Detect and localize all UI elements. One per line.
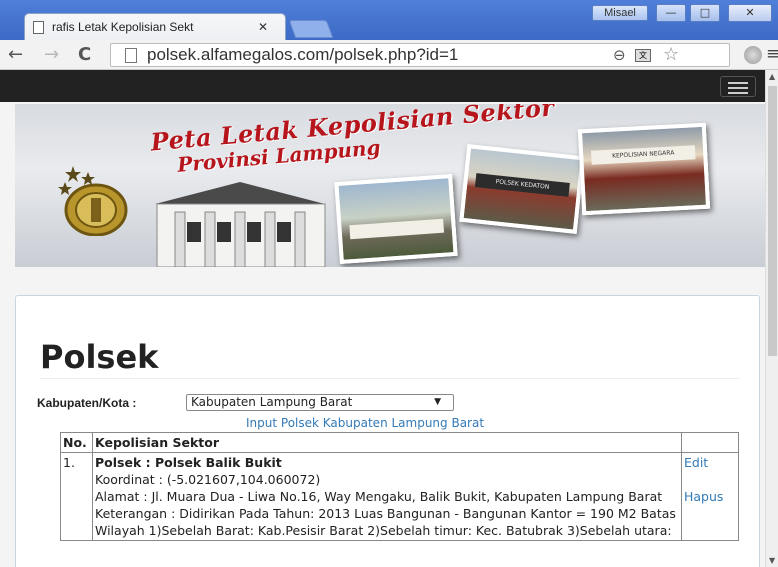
polsek-koordinat: Koordinat : (-5.021607,104.060072) [95, 472, 321, 487]
browser-tab[interactable]: rafis Letak Kepolisian Sekt ✕ [24, 13, 286, 40]
polsek-keterangan: Keterangan : Didirikan Pada Tahun: 2013 … [95, 506, 676, 538]
kabupaten-label: Kabupaten/Kota : [37, 396, 137, 410]
table-header-row: No. Kepolisian Sektor [60, 432, 739, 453]
page-title: Polsek [40, 338, 159, 376]
translate-icon[interactable]: 文 [635, 49, 651, 62]
address-bar[interactable]: polsek.alfamegalos.com/polsek.php?id=1 ⊖… [110, 43, 730, 67]
zoom-icon[interactable]: ⊖ [613, 46, 626, 64]
column-header-actions [681, 432, 739, 453]
new-tab-button[interactable] [288, 20, 334, 38]
site-navbar [0, 70, 765, 102]
user-profile-button[interactable]: Misael [592, 5, 648, 21]
extension-icon[interactable] [744, 46, 762, 64]
photo-sign-text: POLSEK KEDATON [474, 173, 570, 197]
bookmark-star-icon[interactable]: ☆ [663, 44, 679, 65]
scroll-up-arrow-icon[interactable]: ▲ [769, 72, 775, 81]
tab-close-icon[interactable]: ✕ [258, 20, 268, 34]
police-building-image [155, 182, 326, 267]
column-header-no: No. [60, 432, 93, 453]
browser-menu-icon[interactable]: ≡ [766, 44, 778, 64]
polsek-name: Polsek : Polsek Balik Bukit [95, 455, 282, 470]
url-text[interactable]: polsek.alfamegalos.com/polsek.php?id=1 [147, 45, 458, 65]
kabupaten-select-value: Kabupaten Lampung Barat [191, 395, 353, 409]
column-header-sektor: Kepolisian Sektor [92, 432, 682, 453]
table-row: 1. Polsek : Polsek Balik Bukit Koordinat… [60, 452, 739, 541]
minimize-button[interactable]: — [656, 4, 686, 22]
forward-arrow-icon[interactable]: → [44, 45, 59, 65]
police-emblem-icon [58, 166, 128, 236]
page-scrollbar[interactable]: ▲ ▼ [765, 70, 778, 567]
kabupaten-select[interactable]: Kabupaten Lampung Barat ▼ [186, 394, 454, 411]
page-viewport: Peta Letak Kepolisian Sektor Provinsi La… [0, 70, 765, 567]
divider [40, 378, 740, 379]
reload-icon[interactable]: C [78, 45, 91, 65]
tab-title: rafis Letak Kepolisian Sekt [52, 20, 194, 34]
row-number: 1. [60, 452, 93, 541]
page-icon [125, 48, 137, 63]
back-arrow-icon[interactable]: ← [8, 45, 23, 65]
polsek-details: Polsek : Polsek Balik Bukit Koordinat : … [92, 452, 682, 541]
scrollbar-thumb[interactable] [768, 86, 777, 356]
content-panel: Polsek Kabupaten/Kota : Kabupaten Lampun… [15, 295, 760, 567]
browser-toolbar: ← → C polsek.alfamegalos.com/polsek.php?… [0, 40, 778, 70]
browser-titlebar: rafis Letak Kepolisian Sekt ✕ Misael — □… [0, 0, 778, 40]
document-icon [33, 20, 44, 34]
banner-photo: POLSEK KEDATON [459, 144, 585, 234]
dropdown-arrow-icon: ▼ [434, 397, 441, 407]
close-window-button[interactable]: ✕ [728, 4, 772, 22]
scroll-down-arrow-icon[interactable]: ▼ [769, 556, 775, 565]
edit-link[interactable]: Edit [684, 454, 736, 471]
hamburger-menu-icon[interactable] [720, 76, 756, 97]
row-actions: Edit Hapus [681, 452, 739, 541]
banner-photo [334, 173, 458, 265]
photo-sign-text [349, 218, 445, 240]
carousel-indicators[interactable] [735, 256, 751, 261]
input-polsek-link[interactable]: Input Polsek Kabupaten Lampung Barat [246, 416, 484, 430]
polsek-alamat: Alamat : Jl. Muara Dua - Liwa No.16, Way… [95, 489, 663, 504]
photo-sign-text: KEPOLISIAN NEGARA [590, 145, 696, 165]
banner-photo: KEPOLISIAN NEGARA [577, 122, 711, 216]
polsek-table: No. Kepolisian Sektor 1. Polsek : Polsek… [60, 432, 739, 541]
maximize-button[interactable]: □ [690, 4, 720, 22]
delete-link[interactable]: Hapus [684, 488, 736, 505]
header-banner: Peta Letak Kepolisian Sektor Provinsi La… [15, 104, 765, 267]
